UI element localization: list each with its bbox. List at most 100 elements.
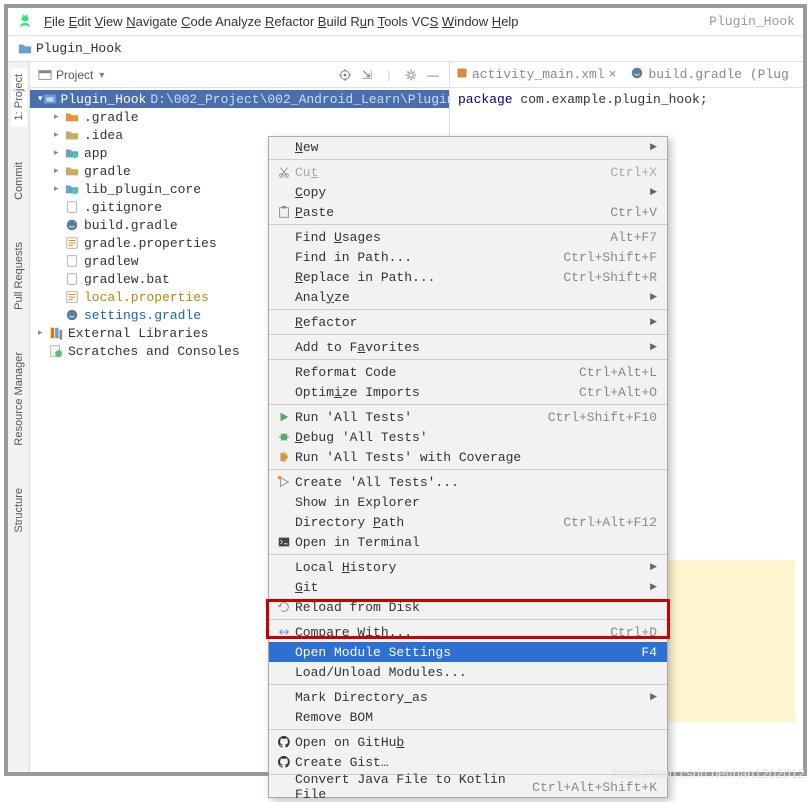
project-header: Project ▼ ⇲ | — [30, 62, 449, 88]
menu-shortcut: Ctrl+Alt+L [579, 365, 657, 380]
menu-item-replace-in-path-[interactable]: Replace in Path...Ctrl+Shift+R [269, 267, 667, 287]
folder-blue-icon [64, 182, 80, 196]
gear-icon[interactable] [403, 67, 419, 83]
editor-tab-activity-main-xml[interactable]: activity_main.xml× [456, 67, 616, 83]
menu-item-label: Optimize Imports [295, 385, 579, 400]
menu-item-paste[interactable]: PasteCtrl+V [269, 202, 667, 222]
locate-icon[interactable] [337, 67, 353, 83]
expand-all-icon[interactable]: ⇲ [359, 67, 375, 83]
menu-item-remove-bom[interactable]: Remove BOM [269, 707, 667, 727]
props-icon [64, 290, 80, 304]
tool-tab-pull-requests[interactable]: Pull Requests [11, 236, 27, 316]
chevron-icon[interactable]: ▸ [54, 166, 64, 176]
menu-item-directory-path[interactable]: Directory PathCtrl+Alt+F12 [269, 512, 667, 532]
tree-node-label: gradle.properties [84, 236, 217, 251]
menu-item-local-history[interactable]: Local History▶ [269, 557, 667, 577]
menu-item-reformat-code[interactable]: Reformat CodeCtrl+Alt+L [269, 362, 667, 382]
menu-item-open-in-terminal[interactable]: Open in Terminal [269, 532, 667, 552]
tree-node-plugin-hook[interactable]: ▾Plugin_Hook D:\002_Project\002_Android_… [30, 90, 449, 108]
menu-view[interactable]: View [95, 14, 123, 29]
menu-item-find-usages[interactable]: Find UsagesAlt+F7 [269, 227, 667, 247]
menu-separator [269, 729, 667, 730]
menu-code[interactable]: Code [181, 14, 212, 29]
gradle-icon [64, 308, 80, 322]
menu-item-debug-all-tests-[interactable]: Debug 'All Tests' [269, 427, 667, 447]
menu-item-label: Reload from Disk [295, 600, 657, 615]
editor-tab-build-gradle-plug[interactable]: build.gradle (Plug [630, 66, 788, 84]
menu-shortcut: Ctrl+Shift+F10 [548, 410, 657, 425]
menu-separator [269, 404, 667, 405]
tree-node-label: app [84, 146, 107, 161]
left-tool-tabs: 1: Project Commit Pull Requests Resource Ma… [8, 62, 30, 772]
menu-build[interactable]: Build [318, 14, 347, 29]
chevron-icon[interactable]: ▸ [54, 112, 64, 122]
menu-item-run-all-tests-[interactable]: Run 'All Tests'Ctrl+Shift+F10 [269, 407, 667, 427]
menu-shortcut: Ctrl+V [610, 205, 657, 220]
tool-tab-structure[interactable]: Structure [11, 482, 27, 539]
collapse-icon[interactable]: — [425, 67, 441, 83]
context-menu[interactable]: New▶CutCtrl+XCopy▶PasteCtrl+VFind Usages… [268, 136, 668, 798]
tool-tab-1-project[interactable]: 1: Project [11, 68, 27, 126]
tool-tab-resource-manager[interactable]: Resource Manager [11, 346, 27, 452]
menu-item-git[interactable]: Git▶ [269, 577, 667, 597]
menu-help[interactable]: Help [492, 14, 519, 29]
close-tab-icon[interactable]: × [609, 67, 617, 82]
menu-analyze[interactable]: Analyze [215, 14, 261, 29]
menu-vcs[interactable]: VCS [412, 14, 439, 29]
tool-tab-commit[interactable]: Commit [11, 156, 27, 206]
menu-item-run-all-tests-with-coverage[interactable]: Run 'All Tests' with Coverage [269, 447, 667, 467]
menu-item-open-module-settings[interactable]: Open Module SettingsF4 [269, 642, 667, 662]
menu-item-label: Remove BOM [295, 710, 657, 725]
menu-item-refactor[interactable]: Refactor▶ [269, 312, 667, 332]
folder-orange-icon [64, 110, 80, 124]
menu-item-label: Add to Favorites [295, 340, 644, 355]
menu-item-cut[interactable]: CutCtrl+X [269, 162, 667, 182]
menu-file[interactable]: File [44, 14, 65, 29]
menu-run[interactable]: Run [350, 14, 374, 29]
menu-item-label: Local History [295, 560, 644, 575]
project-view-selector[interactable]: Project ▼ [38, 68, 106, 82]
menu-item-label: Open in Terminal [295, 535, 657, 550]
divider: | [381, 67, 397, 83]
menu-item-find-in-path-[interactable]: Find in Path...Ctrl+Shift+F [269, 247, 667, 267]
chevron-icon[interactable]: ▸ [54, 130, 64, 140]
menu-item-add-to-favorites[interactable]: Add to Favorites▶ [269, 337, 667, 357]
menu-item-label: Create Gist… [295, 755, 657, 770]
menu-item-open-on-github[interactable]: Open on GitHub [269, 732, 667, 752]
menu-item-show-in-explorer[interactable]: Show in Explorer [269, 492, 667, 512]
menu-item-load-unload-modules-[interactable]: Load/Unload Modules... [269, 662, 667, 682]
tree-node-label: gradlew.bat [84, 272, 170, 287]
menu-item-analyze[interactable]: Analyze▶ [269, 287, 667, 307]
tree-node--gradle[interactable]: ▸.gradle [30, 108, 449, 126]
project-icon [38, 68, 52, 82]
breadcrumb: Plugin_Hook [8, 36, 803, 62]
chevron-icon[interactable]: ▸ [54, 148, 64, 158]
tree-node-label: .gitignore [84, 200, 162, 215]
menu-shortcut: Ctrl+Alt+O [579, 385, 657, 400]
menu-item-compare-with-[interactable]: Compare With...Ctrl+D [269, 622, 667, 642]
chevron-icon[interactable]: ▸ [54, 184, 64, 194]
menu-tools[interactable]: Tools [378, 14, 408, 29]
tree-node-label: Scratches and Consoles [68, 344, 240, 359]
file-icon [64, 272, 80, 286]
submenu-arrow-icon: ▶ [650, 317, 657, 327]
menu-navigate[interactable]: Navigate [126, 14, 177, 29]
menu-item-optimize-imports[interactable]: Optimize ImportsCtrl+Alt+O [269, 382, 667, 402]
menu-item-copy[interactable]: Copy▶ [269, 182, 667, 202]
chevron-icon[interactable]: ▸ [38, 328, 48, 338]
menu-edit[interactable]: Edit [69, 14, 91, 29]
menu-item-label: Paste [295, 205, 610, 220]
menu-item-convert-java-file-to-kotlin-file[interactable]: Convert Java File to Kotlin FileCtrl+Alt… [269, 777, 667, 797]
menu-item-create-gist-[interactable]: Create Gist… [269, 752, 667, 772]
menu-item-new[interactable]: New▶ [269, 137, 667, 157]
menu-item-create-all-tests-[interactable]: Create 'All Tests'... [269, 472, 667, 492]
menu-window[interactable]: Window [442, 14, 488, 29]
menu-item-label: Load/Unload Modules... [295, 665, 657, 680]
menu-item-mark-directory-as[interactable]: Mark Directory as▶ [269, 687, 667, 707]
tree-node-label: build.gradle [84, 218, 178, 233]
submenu-arrow-icon: ▶ [650, 187, 657, 197]
breadcrumb-label[interactable]: Plugin_Hook [36, 41, 122, 56]
menu-refactor[interactable]: Refactor [265, 14, 314, 29]
menu-item-label: Git [295, 580, 644, 595]
menu-item-reload-from-disk[interactable]: Reload from Disk [269, 597, 667, 617]
